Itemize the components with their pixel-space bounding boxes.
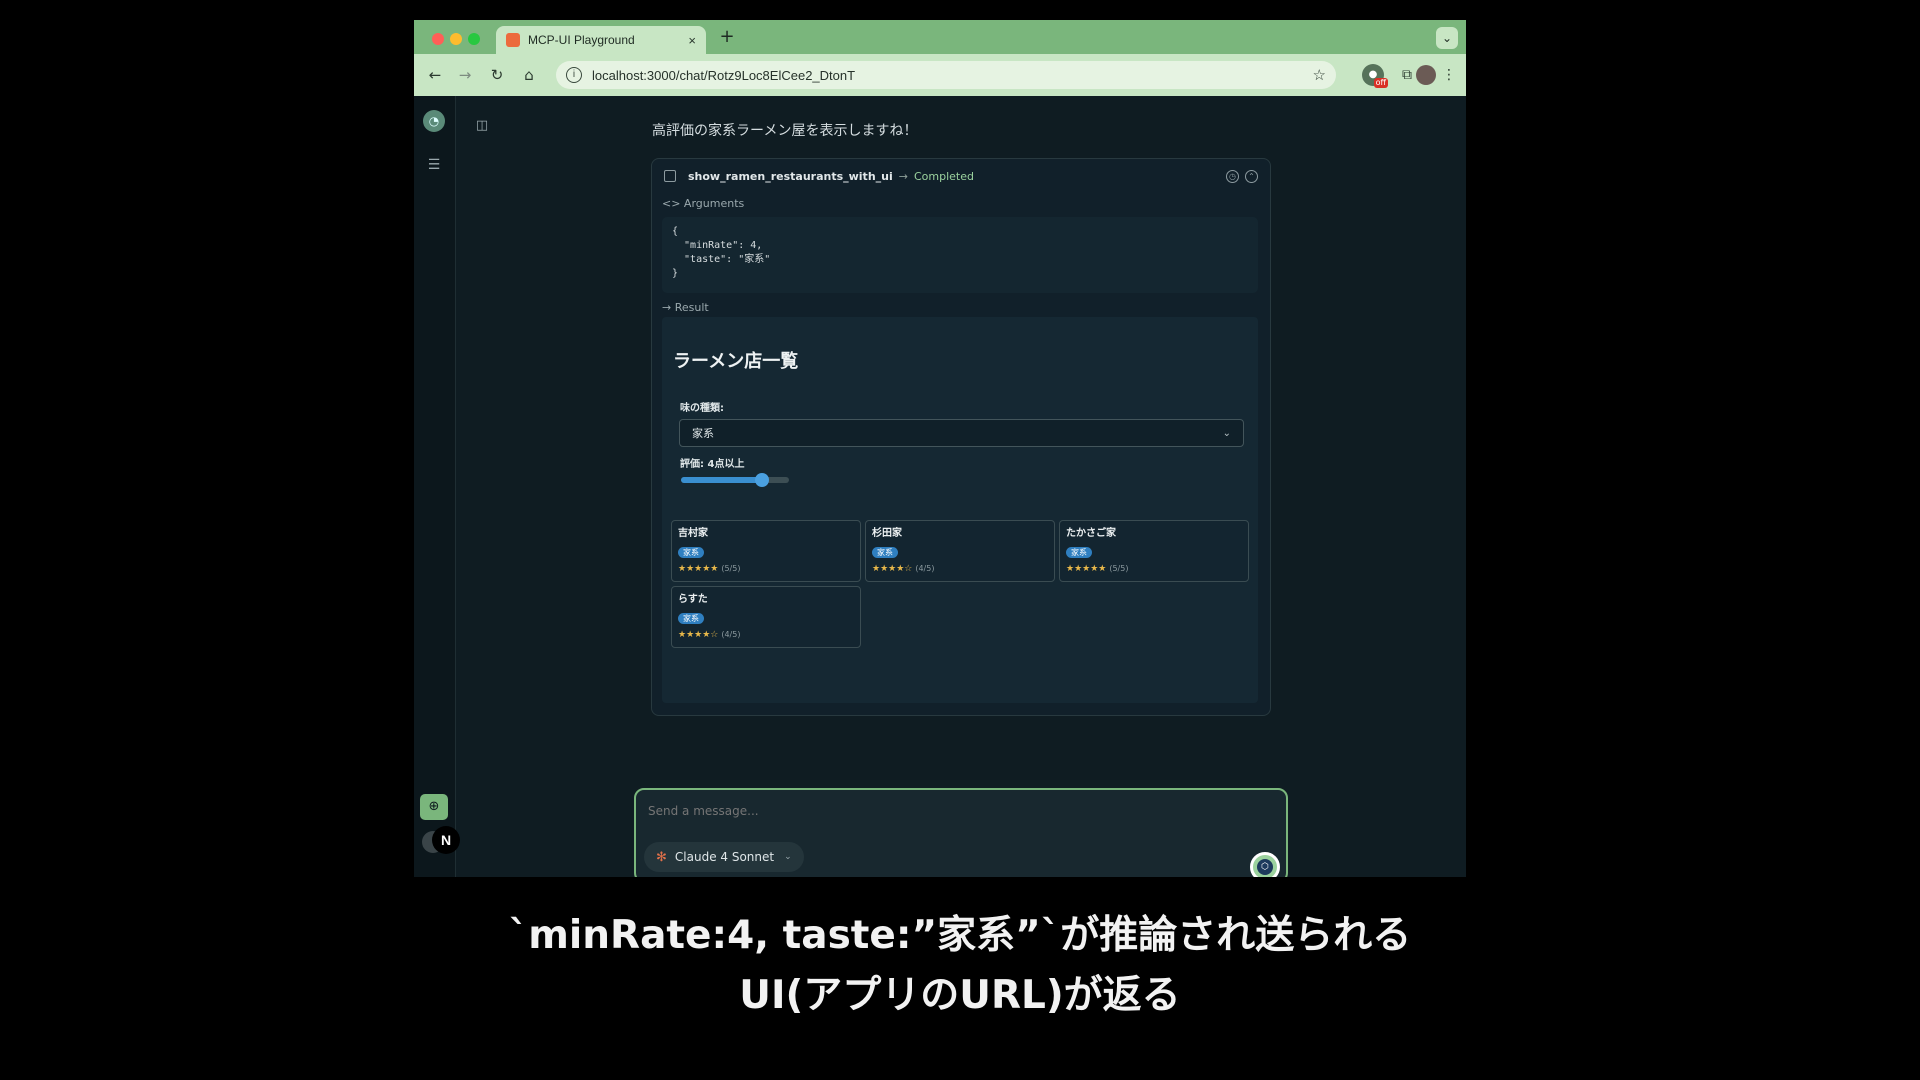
chevron-down-icon: ⌄ [784, 852, 792, 862]
app-logo-icon[interactable]: ◔ [423, 110, 445, 132]
recorder-extension-icon[interactable]: ● off [1362, 64, 1388, 88]
tab-mcp-ui-playground[interactable]: MCP-UI Playground × [496, 26, 706, 54]
claude-icon: ✻ [656, 849, 667, 865]
send-icon: ⬡ [1257, 859, 1273, 875]
tab-search-button[interactable]: ⌄ [1436, 27, 1458, 49]
reload-button[interactable]: ↻ [486, 64, 508, 86]
forward-button[interactable]: → [454, 64, 476, 86]
star-rating: ★★★★★ [678, 564, 719, 574]
sidebar: ◔ ☰ ⊕ N [414, 96, 460, 877]
arguments-label[interactable]: <> Arguments [662, 197, 744, 210]
nextjs-dev-badge[interactable]: N [432, 826, 460, 854]
chat-page: ◔ ☰ ⊕ N ◫ 高評価の家系ラーメン屋を表示しますね！ show_ramen… [414, 96, 1466, 877]
address-bar[interactable]: i localhost:3000/chat/Rotz9Loc8ElCee2_Dt… [556, 61, 1336, 89]
assistant-message: 高評価の家系ラーメン屋を表示しますね！ [652, 123, 918, 139]
star-rating: ★★★★☆ [678, 630, 719, 640]
extensions-puzzle-icon[interactable]: ⧉ [1396, 64, 1418, 86]
taste-tag: 家系 [678, 547, 704, 558]
browser-toolbar: ← → ↻ ⌂ i localhost:3000/chat/Rotz9Loc8E… [414, 54, 1466, 96]
sidebar-toggle-icon[interactable]: ◫ [474, 118, 490, 134]
taste-select[interactable]: 家系 ⌄ [679, 419, 1244, 447]
taste-select-value: 家系 [692, 427, 714, 440]
arrow-right-icon: → [898, 169, 908, 183]
restaurant-name: らすた [678, 594, 708, 605]
rating-slider-thumb[interactable] [755, 473, 769, 487]
tool-icon [664, 170, 676, 182]
star-rating: ★★★★☆ [872, 564, 913, 574]
maximize-window-button[interactable] [468, 33, 480, 45]
send-button[interactable]: ⬡ [1250, 852, 1280, 877]
restaurant-name: 吉村家 [678, 528, 708, 539]
restaurant-card[interactable]: 杉田家 家系 ★★★★☆ (4/5) [865, 520, 1055, 582]
recorder-badge: off [1373, 78, 1388, 88]
message-input[interactable] [648, 804, 1208, 818]
new-tab-button[interactable]: + [716, 26, 738, 48]
url-text[interactable]: localhost:3000/chat/Rotz9Loc8ElCee2_Dton… [592, 68, 1313, 83]
restaurant-card[interactable]: たかさご家 家系 ★★★★★ (5/5) [1059, 520, 1249, 582]
restaurant-name: たかさご家 [1066, 528, 1116, 539]
taste-label: 味の種類: [680, 403, 724, 414]
star-rating: ★★★★★ [1066, 564, 1107, 574]
tool-status: Completed [913, 169, 974, 183]
rating-score: (4/5) [721, 630, 741, 639]
favicon-icon [506, 33, 520, 47]
threads-icon[interactable]: ☰ [425, 156, 443, 174]
browser-window: MCP-UI Playground × + ⌄ ← → ↻ ⌂ i localh… [414, 20, 1466, 877]
taste-tag: 家系 [678, 613, 704, 624]
close-window-button[interactable] [432, 33, 444, 45]
rating-label: 評価: 4点以上 [680, 459, 745, 470]
model-name: Claude 4 Sonnet [674, 850, 775, 864]
subtitle-line-2: UI(アプリのURL)が返る [739, 973, 1181, 1018]
minimize-window-button[interactable] [450, 33, 462, 45]
tool-call-header[interactable]: show_ramen_restaurants_with_ui → Complet… [664, 167, 1258, 185]
arguments-json: { "minRate": 4, "taste": "家系" } [662, 217, 1258, 293]
back-button[interactable]: ← [424, 64, 446, 86]
tab-close-icon[interactable]: × [688, 33, 696, 48]
new-chat-button[interactable]: ⊕ [420, 794, 448, 820]
tool-call-card: show_ramen_restaurants_with_ui → Complet… [651, 158, 1271, 716]
result-label[interactable]: → Result [662, 301, 709, 314]
message-composer: ✻ Claude 4 Sonnet ⌄ ⬡ [634, 788, 1288, 877]
chevron-down-icon: ⌄ [1222, 427, 1231, 439]
restaurant-card[interactable]: 吉村家 家系 ★★★★★ (5/5) [671, 520, 861, 582]
profile-avatar[interactable] [1416, 65, 1436, 85]
site-info-icon[interactable]: i [566, 67, 582, 83]
rating-score: (5/5) [721, 564, 741, 573]
bookmark-star-icon[interactable]: ☆ [1313, 66, 1326, 84]
clock-icon[interactable]: ◷ [1226, 169, 1239, 183]
restaurant-card[interactable]: らすた 家系 ★★★★☆ (4/5) [671, 586, 861, 648]
taste-tag: 家系 [872, 547, 898, 558]
model-selector[interactable]: ✻ Claude 4 Sonnet ⌄ [644, 842, 804, 872]
tool-name: show_ramen_restaurants_with_ui [688, 169, 893, 183]
rating-score: (5/5) [1109, 564, 1129, 573]
rating-slider[interactable] [681, 473, 789, 487]
restaurant-name: 杉田家 [872, 528, 902, 539]
browser-menu-icon[interactable]: ⋮ [1438, 64, 1460, 86]
result-title: ラーメン店一覧 [673, 351, 799, 372]
rating-slider-fill [681, 477, 762, 483]
subtitle-line-1: `minRate:4, taste:”家系”`が推論され送られる [508, 913, 1412, 958]
home-button[interactable]: ⌂ [518, 64, 540, 86]
result-ui-frame: ラーメン店一覧 味の種類: 家系 ⌄ 評価: 4点以上 吉村家 家系 ★★★★★… [662, 317, 1258, 703]
tab-title: MCP-UI Playground [528, 33, 635, 47]
collapse-icon[interactable]: ⌃ [1245, 169, 1258, 183]
rating-score: (4/5) [915, 564, 935, 573]
taste-tag: 家系 [1066, 547, 1092, 558]
tab-strip: MCP-UI Playground × + ⌄ [414, 20, 1466, 54]
